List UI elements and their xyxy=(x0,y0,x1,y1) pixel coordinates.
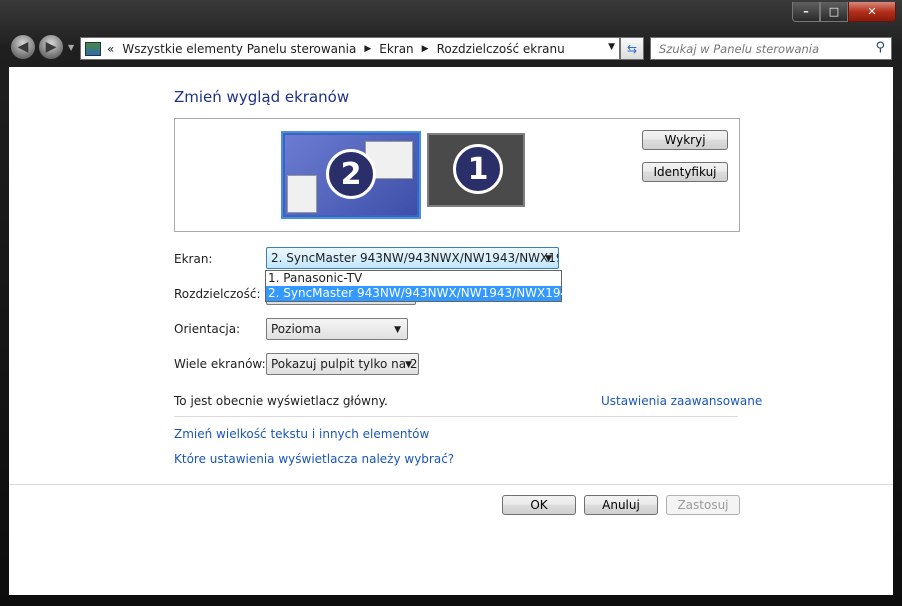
orientation-select-value: Pozioma xyxy=(271,322,322,336)
forward-button[interactable]: ▶ xyxy=(38,34,64,60)
chevron-down-icon: ▼ xyxy=(394,325,401,335)
footer-divider xyxy=(9,484,893,485)
monitor-preview: 2 1 Wykryj Identyfikuj xyxy=(174,118,740,232)
maximize-button[interactable]: □ xyxy=(820,2,848,22)
minimize-button[interactable]: – xyxy=(792,2,820,22)
breadcrumb-display[interactable]: Ekran xyxy=(379,42,413,56)
primary-display-status: To jest obecnie wyświetlacz główny. xyxy=(174,394,388,408)
breadcrumb-all-items[interactable]: Wszystkie elementy Panelu sterowania xyxy=(122,42,356,56)
control-panel-icon xyxy=(85,41,101,56)
breadcrumb-separator-icon[interactable]: ▶ xyxy=(364,44,371,54)
monitor-2[interactable]: 2 xyxy=(281,131,421,219)
resolution-label: Rozdzielczość: xyxy=(174,287,261,301)
chevron-down-icon: ▼ xyxy=(545,254,552,264)
close-button[interactable]: ✕ xyxy=(848,2,896,22)
orientation-select[interactable]: Pozioma ▼ xyxy=(266,318,408,340)
page-title: Zmień wygląd ekranów xyxy=(174,88,350,106)
address-dropdown-icon[interactable]: ▼ xyxy=(608,42,615,52)
refresh-icon: ⇆ xyxy=(626,41,638,56)
detect-button[interactable]: Wykryj xyxy=(642,130,728,150)
recent-pages-dropdown-icon[interactable]: ▼ xyxy=(68,43,74,52)
monitor-number-badge: 1 xyxy=(453,144,503,194)
chevron-down-icon: ▼ xyxy=(405,360,412,370)
advanced-settings-link[interactable]: Ustawienia zaawansowane xyxy=(601,394,762,408)
breadcrumb-resolution[interactable]: Rozdzielczość ekranu xyxy=(437,42,565,56)
screen-select-value: 2. SyncMaster 943NW/943NWX/NW1943/NWX194… xyxy=(271,251,559,265)
dropdown-option[interactable]: 1. Panasonic-TV xyxy=(266,271,561,286)
screen-select[interactable]: 2. SyncMaster 943NW/943NWX/NW1943/NWX194… xyxy=(266,247,559,269)
refresh-button[interactable]: ⇆ xyxy=(620,37,644,60)
content-area: Zmień wygląd ekranów 2 1 Wykryj Identyfi… xyxy=(9,67,893,595)
text-size-link[interactable]: Zmień wielkość tekstu i innych elementów xyxy=(174,427,429,441)
back-button[interactable]: ◀ xyxy=(10,34,36,60)
address-bar[interactable]: « Wszystkie elementy Panelu sterowania ▶… xyxy=(80,37,620,60)
caption-buttons: – □ ✕ xyxy=(792,2,896,22)
monitor-number-badge: 2 xyxy=(326,149,376,199)
apply-button[interactable]: Zastosuj xyxy=(666,495,740,515)
divider xyxy=(174,416,738,417)
breadcrumb-overflow[interactable]: « xyxy=(107,42,114,56)
screen-label: Ekran: xyxy=(174,252,213,266)
breadcrumb-separator-icon[interactable]: ▶ xyxy=(422,44,429,54)
arrow-left-icon: ◀ xyxy=(17,39,29,55)
identify-button[interactable]: Identyfikuj xyxy=(642,162,728,182)
multiple-displays-label: Wiele ekranów: xyxy=(174,357,266,371)
dropdown-option-selected[interactable]: 2. SyncMaster 943NW/943NWX/NW1943/NWX194… xyxy=(266,286,576,301)
thumbnail-window xyxy=(287,175,317,213)
orientation-label: Orientacja: xyxy=(174,322,241,336)
search-box: ⚲ xyxy=(650,37,892,60)
cancel-button[interactable]: Anuluj xyxy=(584,495,658,515)
search-input[interactable] xyxy=(657,40,871,57)
nav-buttons: ◀ ▶ ▼ xyxy=(10,34,74,60)
screen-dropdown-list: 1. Panasonic-TV 2. SyncMaster 943NW/943N… xyxy=(265,270,576,302)
ok-button[interactable]: OK xyxy=(502,495,576,515)
multiple-displays-select-value: Pokazuj pulpit tylko na 2 xyxy=(271,357,418,371)
multiple-displays-select[interactable]: Pokazuj pulpit tylko na 2 ▼ xyxy=(266,353,419,375)
arrow-right-icon: ▶ xyxy=(45,39,57,55)
monitor-1[interactable]: 1 xyxy=(427,133,525,207)
search-icon[interactable]: ⚲ xyxy=(875,40,885,55)
window-frame: – □ ✕ ◀ ▶ ▼ « Wszystkie elementy Panelu … xyxy=(0,0,902,606)
display-help-link[interactable]: Które ustawienia wyświetlacza należy wyb… xyxy=(174,452,454,466)
